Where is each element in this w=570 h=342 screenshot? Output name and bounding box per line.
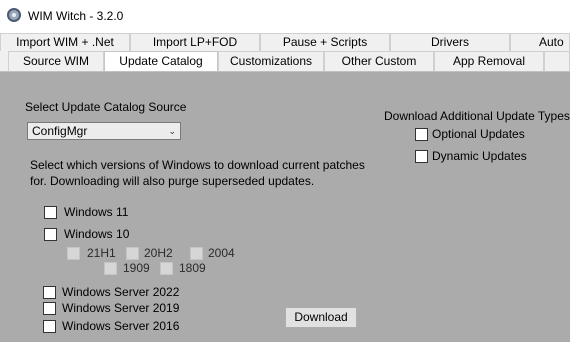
win10-1809-checkbox[interactable] — [160, 262, 173, 275]
dynamic-updates-checkbox[interactable] — [415, 150, 428, 163]
optional-updates-checkbox[interactable] — [415, 128, 428, 141]
tab-row-top: Import WIM + .Net Import LP+FOD Pause + … — [0, 33, 570, 51]
catalog-source-select[interactable]: ConfigMgr ⌄ — [27, 122, 181, 140]
catalog-description: Select which versions of Windows to down… — [30, 158, 365, 188]
tab-app-removal[interactable]: App Removal — [434, 51, 544, 71]
win10-1909-label: 1909 — [123, 261, 150, 275]
server2016-label: Windows Server 2016 — [62, 319, 180, 333]
tab-drivers[interactable]: Drivers — [390, 33, 510, 51]
windows10-checkbox[interactable] — [44, 228, 57, 241]
tab-auto[interactable]: Auto — [510, 33, 570, 51]
tab-other-custom[interactable]: Other Custom — [324, 51, 434, 71]
win10-20h2-checkbox[interactable] — [126, 247, 139, 260]
dynamic-updates-label: Dynamic Updates — [432, 149, 527, 163]
tab-import-wim[interactable]: Import WIM + .Net — [0, 33, 130, 51]
server2016-checkbox[interactable] — [43, 320, 56, 333]
tab-import-lp-fod[interactable]: Import LP+FOD — [130, 33, 260, 51]
tab-source-wim[interactable]: Source WIM — [8, 51, 104, 71]
title-bar: WIM Witch - 3.2.0 — [0, 0, 570, 33]
windows10-label: Windows 10 — [64, 227, 130, 241]
additional-types-label: Download Additional Update Types — [384, 109, 570, 123]
server2019-label: Windows Server 2019 — [62, 301, 180, 315]
tab-pause-scripts[interactable]: Pause + Scripts — [260, 33, 390, 51]
tab-overflow[interactable] — [544, 51, 570, 71]
server2022-checkbox[interactable] — [43, 286, 56, 299]
win10-1809-label: 1809 — [179, 261, 206, 275]
win10-2004-checkbox[interactable] — [190, 247, 203, 260]
win10-21h1-label: 21H1 — [87, 246, 116, 260]
windows11-label: Windows 11 — [64, 205, 129, 219]
win10-21h1-checkbox[interactable] — [67, 247, 80, 260]
download-button[interactable]: Download — [285, 307, 357, 328]
tab-customizations[interactable]: Customizations — [218, 51, 324, 71]
chevron-down-icon: ⌄ — [168, 126, 176, 136]
windows11-checkbox[interactable] — [44, 206, 57, 219]
tab-update-catalog[interactable]: Update Catalog — [104, 51, 218, 71]
win10-2004-label: 2004 — [208, 246, 235, 260]
optional-updates-label: Optional Updates — [432, 127, 525, 141]
server2022-label: Windows Server 2022 — [62, 285, 180, 299]
app-disc-icon — [7, 8, 21, 22]
win10-20h2-label: 20H2 — [144, 246, 173, 260]
window-title: WIM Witch - 3.2.0 — [28, 9, 124, 23]
tab-row-bottom: Source WIM Update Catalog Customizations… — [0, 51, 570, 71]
win10-1909-checkbox[interactable] — [104, 262, 117, 275]
server2019-checkbox[interactable] — [43, 302, 56, 315]
source-label: Select Update Catalog Source — [25, 100, 187, 114]
catalog-source-value: ConfigMgr — [32, 124, 88, 138]
